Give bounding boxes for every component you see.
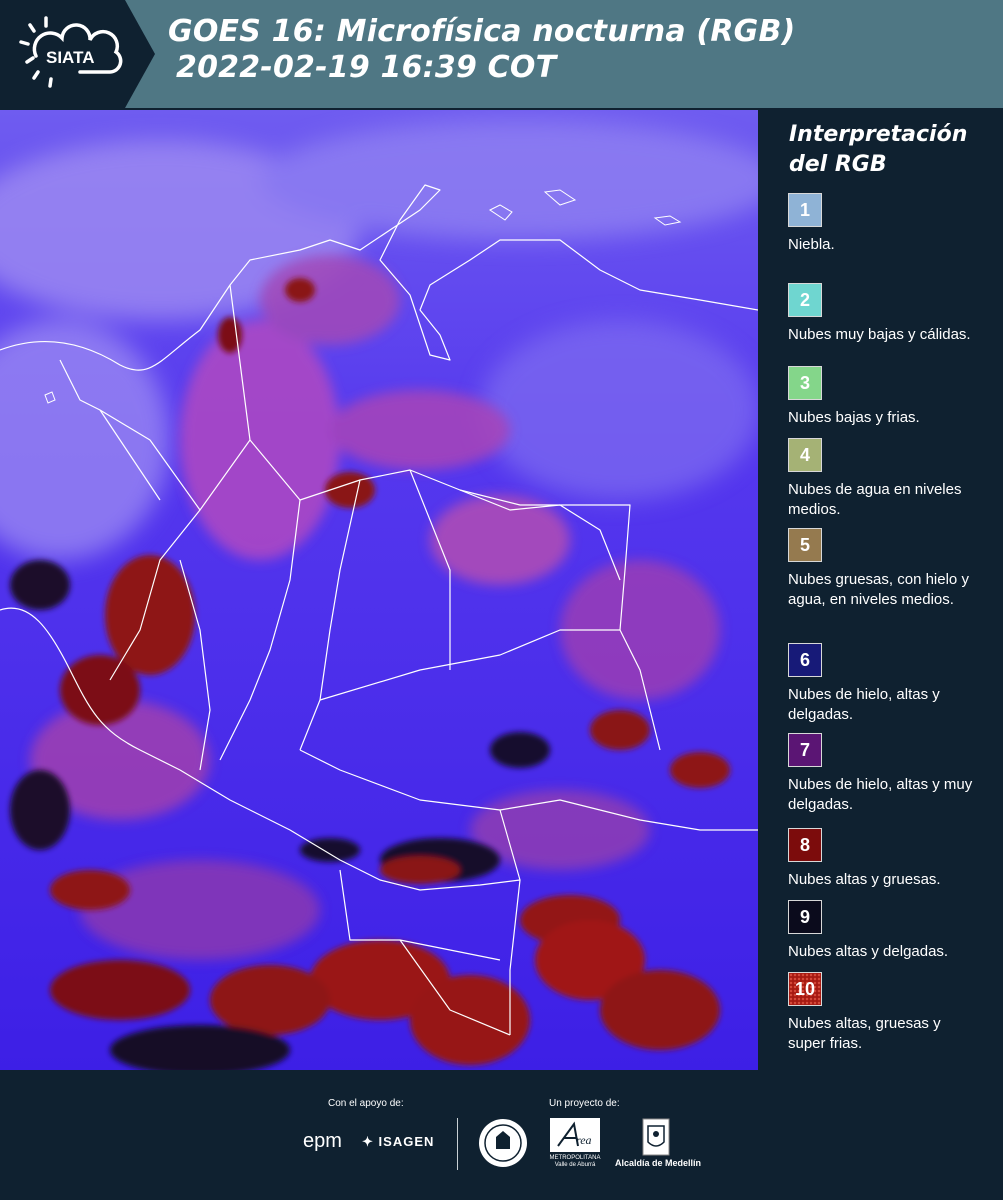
legend-panel: Interpretación del RGB 1 Niebla. 2 Nubes mu… <box>758 110 1003 1070</box>
legend-item-1: 1 Niebla. <box>788 193 978 255</box>
legend-label: Nubes altas y delgadas. <box>788 943 949 960</box>
legend-swatch: 1 <box>788 193 822 227</box>
legend-swatch: 6 <box>788 643 822 677</box>
epm-logo: epm <box>303 1130 342 1152</box>
footer-divider <box>457 1118 458 1170</box>
legend-swatch: 5 <box>788 528 822 562</box>
legend-item-3: 3 Nubes bajas y frias. <box>788 366 978 428</box>
legend-item-9: 9 Nubes altas y delgadas. <box>788 900 978 962</box>
legend-swatch: 9 <box>788 900 822 934</box>
legend-swatch: 4 <box>788 438 822 472</box>
isagen-mark-icon: ✦ <box>362 1134 374 1149</box>
legend-label: Nubes altas y gruesas. <box>788 871 941 888</box>
siata-logo-text: SIATA <box>46 48 94 67</box>
header-bar: SIATA GOES 16: Microfísica nocturna (RGB… <box>0 0 1003 108</box>
project-label: Un proyecto de: <box>549 1098 620 1109</box>
legend-swatch: 8 <box>788 828 822 862</box>
legend-title-line-2: del RGB <box>789 152 887 177</box>
legend-item-10: 10 Nubes altas, gruesas y super frias. <box>788 972 978 1054</box>
isagen-logo: ✦ ISAGEN <box>362 1134 434 1150</box>
legend-swatch: 2 <box>788 283 822 317</box>
university-seal-icon <box>479 1119 527 1167</box>
support-label: Con el apoyo de: <box>328 1098 404 1109</box>
alcaldia-shield-icon <box>642 1118 670 1156</box>
legend-swatch: 3 <box>788 366 822 400</box>
legend-label: Nubes bajas y frias. <box>788 409 920 426</box>
satellite-map <box>0 110 758 1070</box>
legend-label: Nubes gruesas, con hielo y agua, en nive… <box>788 571 969 608</box>
alcaldia-medellin-text: Alcaldía de Medellín <box>614 1158 702 1168</box>
legend-item-4: 4 Nubes de agua en niveles medios. <box>788 438 978 520</box>
legend-label: Nubes muy bajas y cálidas. <box>788 326 971 343</box>
svg-text:rea: rea <box>576 1133 592 1147</box>
legend-item-8: 8 Nubes altas y gruesas. <box>788 828 978 890</box>
legend-item-5: 5 Nubes gruesas, con hielo y agua, en niv… <box>788 528 978 610</box>
legend-label: Nubes altas, gruesas y super frias. <box>788 1015 941 1052</box>
legend-item-2: 2 Nubes muy bajas y cálidas. <box>788 283 978 345</box>
legend-label: Niebla. <box>788 236 835 253</box>
legend-title-line-1: Interpretación <box>789 122 968 147</box>
legend-title: Interpretación del RGB <box>789 120 967 180</box>
title-line-2: 2022-02-19 16:39 COT <box>176 50 557 85</box>
legend-label: Nubes de hielo, altas y delgadas. <box>788 686 940 723</box>
page-title: GOES 16: Microfísica nocturna (RGB) 2022… <box>168 14 795 86</box>
legend-label: Nubes de hielo, altas y muy delgadas. <box>788 776 973 813</box>
footer: Con el apoyo de: Un proyecto de: epm ✦ I… <box>0 1070 1003 1200</box>
siata-logo: SIATA <box>0 0 160 108</box>
legend-swatch: 10 <box>788 972 822 1006</box>
legend-swatch: 7 <box>788 733 822 767</box>
legend-item-7: 7 Nubes de hielo, altas y muy delgadas. <box>788 733 978 815</box>
title-line-1: GOES 16: Microfísica nocturna (RGB) <box>168 14 796 49</box>
legend-label: Nubes de agua en niveles medios. <box>788 481 962 518</box>
legend-item-6: 6 Nubes de hielo, altas y delgadas. <box>788 643 978 725</box>
isagen-logo-text: ISAGEN <box>378 1134 435 1149</box>
area-metropolitana-text: METROPOLITANA Valle de Aburrá <box>549 1155 601 1168</box>
